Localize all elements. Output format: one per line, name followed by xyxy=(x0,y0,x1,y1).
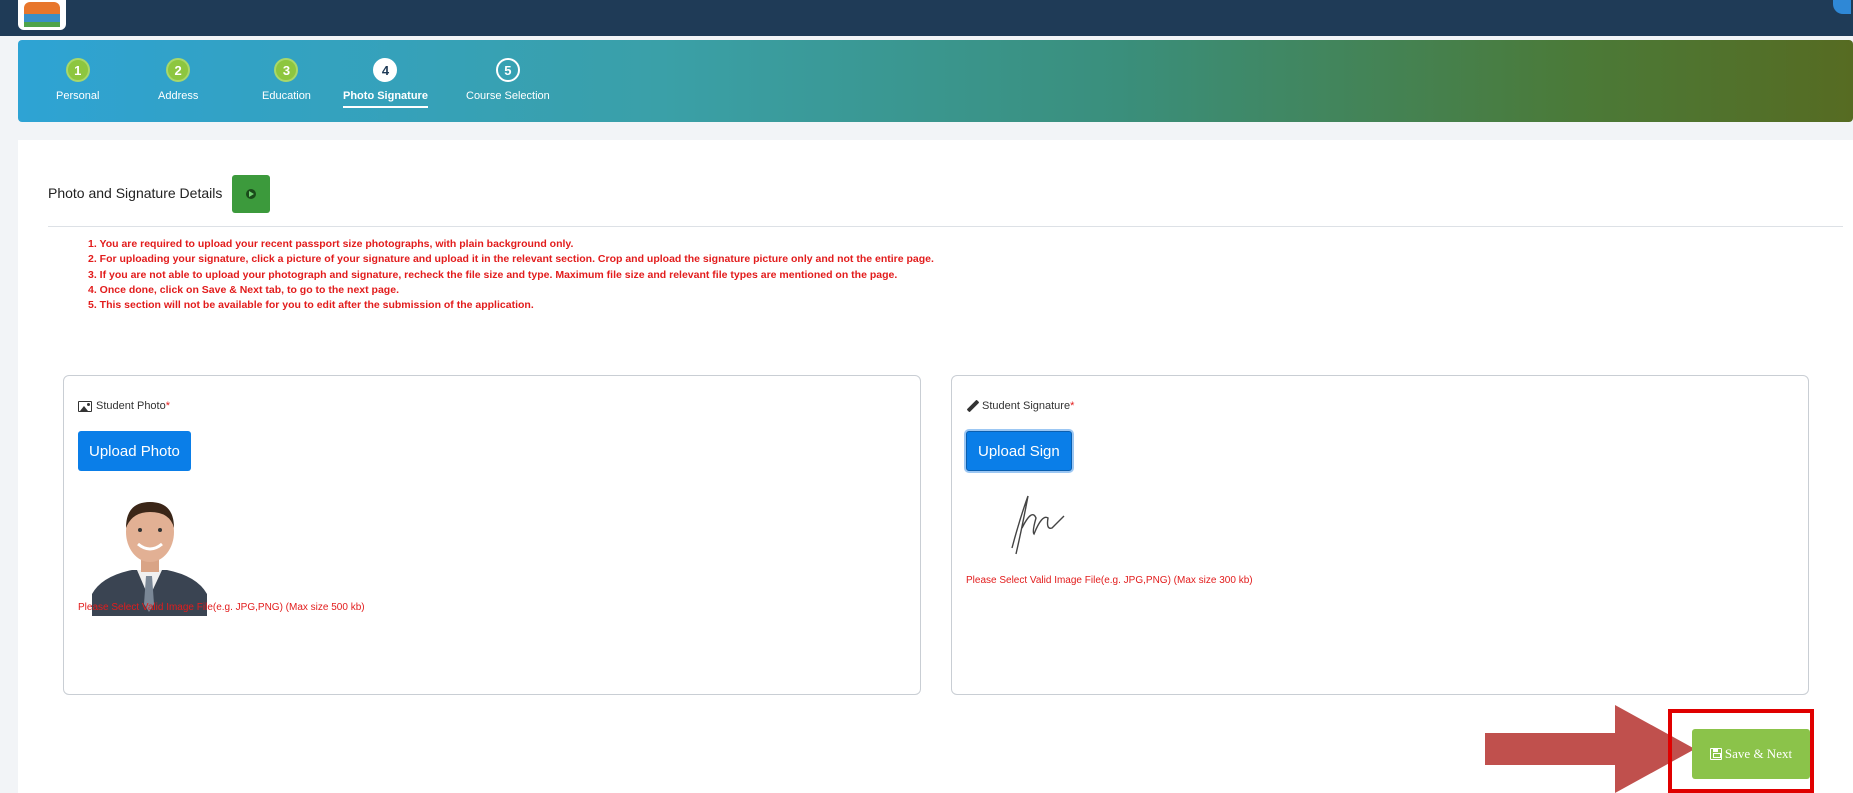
pencil-icon xyxy=(966,400,978,412)
step-personal[interactable]: 1 Personal xyxy=(56,58,99,106)
upload-photo-button[interactable]: Upload Photo xyxy=(78,431,191,471)
instruction-item: 1. You are required to upload your recen… xyxy=(88,238,574,250)
form-card: Photo and Signature Details 1. You are r… xyxy=(18,140,1853,793)
step-address[interactable]: 2 Address xyxy=(158,58,198,106)
photo-label-text: Student Photo xyxy=(96,400,166,412)
student-signature-preview xyxy=(1011,495,1065,555)
floppy-disk-icon xyxy=(1709,748,1722,760)
top-navbar xyxy=(0,0,1853,36)
instructions-list: 1. You are required to upload your recen… xyxy=(88,237,934,313)
image-icon xyxy=(78,400,92,412)
step-number: 3 xyxy=(274,58,299,82)
step-course-selection[interactable]: 5 Course Selection xyxy=(466,58,550,106)
save-next-button[interactable]: Save & Next xyxy=(1692,729,1810,779)
step-number: 4 xyxy=(373,58,398,82)
signature-label-text: Student Signature xyxy=(982,400,1071,412)
required-mark: * xyxy=(165,400,171,412)
step-photo-signature[interactable]: 4 Photo Signature xyxy=(343,58,428,108)
upload-sign-button[interactable]: Upload Sign xyxy=(966,431,1072,471)
step-number: 2 xyxy=(166,58,191,82)
step-label: Education xyxy=(262,90,311,102)
step-label: Address xyxy=(158,90,199,102)
instruction-item: 2. For uploading your signature, click a… xyxy=(88,253,934,266)
form-stepper: 1 Personal 2 Address 3 Education 4 Photo… xyxy=(18,40,1853,122)
video-help-button[interactable] xyxy=(232,175,270,213)
photo-hint-text: Please Select Valid Image File(e.g. JPG,… xyxy=(78,602,365,613)
instruction-item: 5. This section will not be available fo… xyxy=(88,299,534,312)
divider xyxy=(48,226,1843,227)
student-photo-panel: Student Photo * Upload Photo Please Selec… xyxy=(63,375,921,695)
step-number: 1 xyxy=(65,58,90,82)
student-signature-label: Student Signature * xyxy=(966,400,1074,412)
section-title: Photo and Signature Details xyxy=(48,185,223,201)
step-label: Photo Signature xyxy=(343,90,428,108)
student-photo-preview xyxy=(92,494,207,616)
required-mark: * xyxy=(1070,400,1075,412)
instruction-item: 3. If you are not able to upload your ph… xyxy=(88,268,898,281)
student-signature-panel: Student Signature * Upload Sign Please Se… xyxy=(951,375,1809,695)
notification-badge[interactable] xyxy=(1833,0,1851,14)
step-label: Personal xyxy=(56,90,100,102)
step-education[interactable]: 3 Education xyxy=(262,58,311,106)
student-photo-label: Student Photo * xyxy=(78,400,170,412)
save-next-label: Save & Next xyxy=(1724,746,1793,761)
step-number: 5 xyxy=(495,58,520,82)
instruction-item: 4. Once done, click on Save & Next tab, … xyxy=(88,283,399,296)
signature-hint-text: Please Select Valid Image File(e.g. JPG,… xyxy=(966,575,1253,586)
logo xyxy=(18,0,66,30)
step-label: Course Selection xyxy=(466,90,550,102)
play-icon xyxy=(246,189,256,199)
pointer-arrow-graphic xyxy=(1485,705,1695,793)
